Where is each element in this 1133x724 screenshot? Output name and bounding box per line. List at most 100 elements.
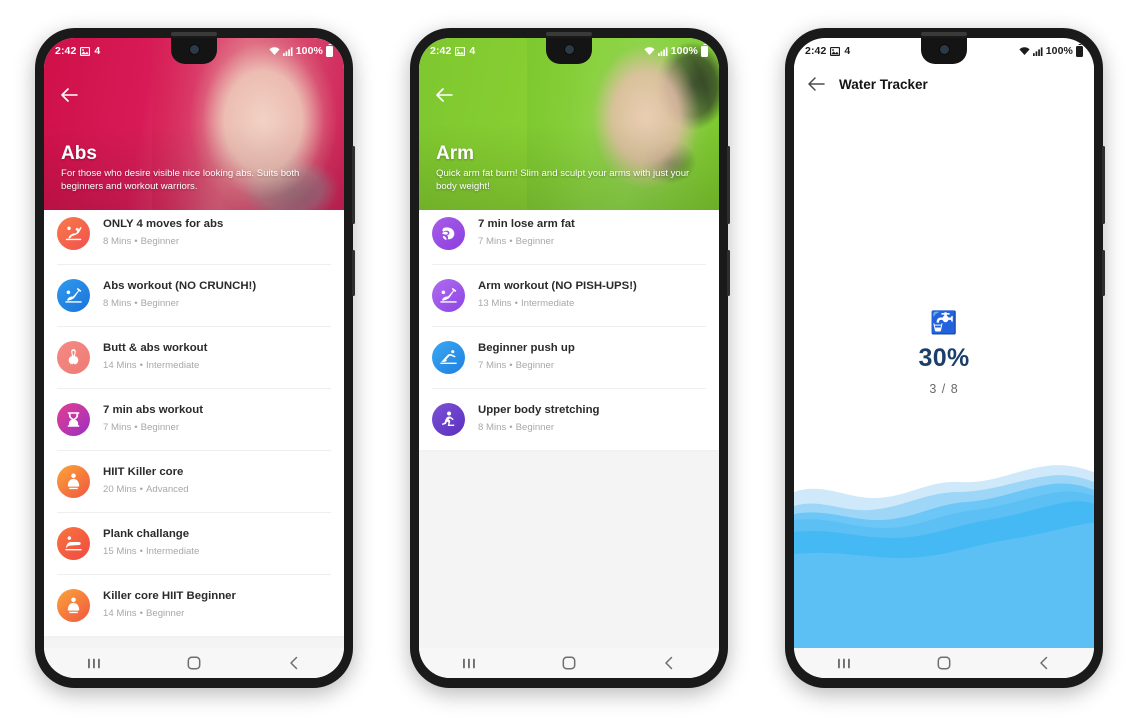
image-icon	[80, 46, 91, 56]
camera-notch	[546, 38, 592, 64]
core-hiit-icon	[57, 464, 90, 498]
workout-duration: 7 Mins	[478, 360, 507, 372]
meta-separator: •	[134, 422, 138, 434]
workout-item-text: ONLY 4 moves for abs 8 Mins • Beginner	[103, 218, 223, 247]
glutes-icon	[57, 340, 90, 374]
back-arrow-icon[interactable]	[56, 82, 82, 108]
battery-full-icon	[1076, 45, 1083, 57]
workout-item-text: Plank challange 15 Mins • Intermediate	[103, 528, 199, 557]
wifi-icon	[269, 46, 280, 56]
faucet-icon: 🚰	[930, 310, 958, 335]
workout-item-title: HIIT Killer core	[103, 466, 184, 479]
workout-duration: 7 Mins	[478, 236, 507, 248]
leg-raise-icon	[432, 278, 465, 312]
arm-hero-text: Arm Quick arm fat burn! Slim and sculpt …	[436, 143, 705, 194]
workout-list-item[interactable]: Arm workout (NO PISH-UPS!) 13 Mins • Interm…	[419, 264, 719, 326]
core-hiit-icon	[57, 588, 90, 622]
page-title: Water Tracker	[839, 76, 928, 92]
workout-list-arm[interactable]: 7 min lose arm fat 7 Mins • Beginner Arm wor…	[419, 210, 719, 450]
power-button[interactable]	[727, 250, 730, 296]
home-button[interactable]	[174, 652, 214, 674]
back-button[interactable]	[274, 652, 314, 674]
workout-item-text: Butt & abs workout 14 Mins • Intermediate	[103, 342, 207, 371]
back-button[interactable]	[1024, 652, 1064, 674]
workout-item-title: Arm workout (NO PISH-UPS!)	[478, 280, 637, 293]
meta-separator: •	[139, 484, 143, 496]
workout-list-item[interactable]: ONLY 4 moves for abs 8 Mins • Beginner	[44, 210, 344, 264]
meta-separator: •	[139, 608, 143, 620]
power-button[interactable]	[352, 250, 355, 296]
notification-count: 4	[94, 45, 101, 57]
notification-count: 4	[469, 45, 476, 57]
workout-list-item[interactable]: Butt & abs workout 14 Mins • Intermediate	[44, 326, 344, 388]
workout-list-item[interactable]: Killer core HIIT Beginner 14 Mins • Beginne…	[44, 574, 344, 636]
workout-duration: 20 Mins	[103, 484, 137, 496]
workout-level: Beginner	[515, 422, 555, 434]
meta-separator: •	[134, 236, 138, 248]
workout-item-meta: 13 Mins • Intermediate	[478, 298, 637, 310]
battery-full-icon	[701, 45, 708, 57]
abs-hero-text: Abs For those who desire visible nice lo…	[61, 143, 330, 194]
meta-separator: •	[134, 298, 138, 310]
workout-item-text: Beginner push up 7 Mins • Beginner	[478, 342, 575, 371]
workout-duration: 13 Mins	[478, 298, 512, 310]
volume-button[interactable]	[1102, 146, 1105, 224]
earpiece-speaker	[171, 32, 217, 36]
workout-list-item[interactable]: Beginner push up 7 Mins • Beginner	[419, 326, 719, 388]
workout-item-text: Arm workout (NO PISH-UPS!) 13 Mins • Interm…	[478, 280, 637, 309]
power-button[interactable]	[1102, 250, 1105, 296]
workout-item-meta: 20 Mins • Advanced	[103, 484, 189, 496]
image-icon	[830, 46, 841, 56]
home-button[interactable]	[549, 652, 589, 674]
recents-button[interactable]	[449, 652, 489, 674]
workout-list-item[interactable]: Plank challange 15 Mins • Intermediate	[44, 512, 344, 574]
signal-icon	[1032, 46, 1043, 56]
screenshot-stage: 2:42 4 100% Abs For those who desire vis…	[0, 0, 1133, 724]
workout-item-text: Abs workout (NO CRUNCH!) 8 Mins • Beginner	[103, 280, 256, 309]
meta-separator: •	[514, 298, 518, 310]
water-tracker-body[interactable]: 🚰 30% 3 / 8	[794, 104, 1094, 648]
meta-separator: •	[509, 236, 513, 248]
recents-button[interactable]	[74, 652, 114, 674]
volume-button[interactable]	[352, 146, 355, 224]
workout-duration: 8 Mins	[478, 422, 507, 434]
meta-separator: •	[139, 360, 143, 372]
recents-button[interactable]	[824, 652, 864, 674]
workout-item-meta: 7 Mins • Beginner	[478, 236, 575, 248]
phone-device-abs: 2:42 4 100% Abs For those who desire vis…	[35, 28, 355, 688]
battery-percent: 100%	[295, 45, 323, 57]
workout-level: Beginner	[140, 298, 180, 310]
workout-duration: 15 Mins	[103, 546, 137, 558]
arm-list-region: 7 min lose arm fat 7 Mins • Beginner Arm wor…	[419, 210, 719, 648]
back-arrow-icon[interactable]	[808, 77, 825, 91]
workout-list-item[interactable]: HIIT Killer core 20 Mins • Advanced	[44, 450, 344, 512]
leg-raise-icon	[57, 278, 90, 312]
workout-item-title: 7 min abs workout	[103, 404, 204, 417]
workout-list-item[interactable]: 7 min lose arm fat 7 Mins • Beginner	[419, 210, 719, 264]
image-icon	[455, 46, 466, 56]
workout-list-abs[interactable]: ONLY 4 moves for abs 8 Mins • Beginner Abs w…	[44, 210, 344, 636]
phone-screen-abs: 2:42 4 100% Abs For those who desire vis…	[44, 38, 344, 678]
water-wave-fill	[794, 458, 1094, 648]
workout-level: Beginner	[515, 236, 555, 248]
home-button[interactable]	[924, 652, 964, 674]
wifi-icon	[1019, 46, 1030, 56]
workout-duration: 8 Mins	[103, 236, 132, 248]
meta-separator: •	[509, 422, 513, 434]
system-nav-bar	[419, 648, 719, 678]
water-progress-readout: 🚰 30% 3 / 8	[794, 310, 1094, 397]
water-fraction: 3 / 8	[929, 382, 959, 396]
workout-item-text: 7 min abs workout 7 Mins • Beginner	[103, 404, 203, 433]
phone-device-arm: 2:42 4 100% Arm Quick arm fat burn! Slim…	[410, 28, 730, 688]
back-arrow-icon[interactable]	[431, 82, 457, 108]
workout-list-item[interactable]: Upper body stretching 8 Mins • Beginner	[419, 388, 719, 450]
workout-list-item[interactable]: Abs workout (NO CRUNCH!) 8 Mins • Beginner	[44, 264, 344, 326]
workout-item-meta: 15 Mins • Intermediate	[103, 546, 199, 558]
workout-item-meta: 14 Mins • Beginner	[103, 608, 236, 620]
phone-screen-arm: 2:42 4 100% Arm Quick arm fat burn! Slim…	[419, 38, 719, 678]
workout-list-item[interactable]: 7 min abs workout 7 Mins • Beginner	[44, 388, 344, 450]
volume-button[interactable]	[727, 146, 730, 224]
workout-item-title: Upper body stretching	[478, 404, 600, 417]
front-camera-icon	[563, 44, 575, 55]
back-button[interactable]	[649, 652, 689, 674]
